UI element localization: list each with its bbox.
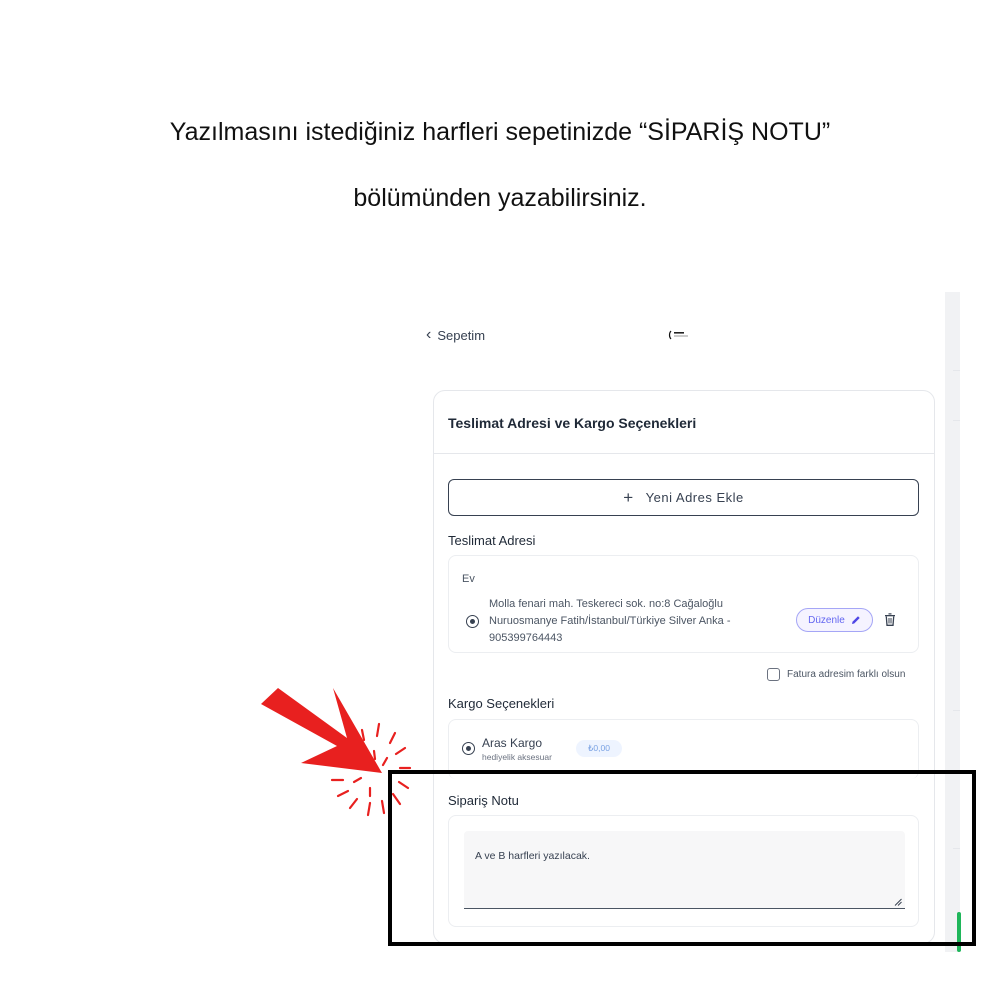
back-to-cart-link[interactable]: ‹ Sepetim [426,327,485,343]
cargo-price-badge: ₺0,00 [576,740,622,757]
instruction-line-1: Yazılmasını istediğiniz harfleri sepetin… [169,118,831,146]
cargo-subtitle: hediyelik aksesuar [482,752,552,762]
billing-checkbox-label: Fatura adresim farklı olsun [787,669,906,680]
cargo-options-label: Kargo Seçenekleri [448,696,555,711]
brand-logo-icon [668,330,688,340]
plus-icon: + [623,488,634,507]
edit-label: Düzenle [808,614,845,626]
cargo-name: Aras Kargo [482,736,543,750]
address-line: 905399764443 [489,632,563,644]
billing-different-checkbox[interactable] [767,668,780,681]
card-title: Teslimat Adresi ve Kargo Seçenekleri [448,415,697,431]
delivery-address-label: Teslimat Adresi [448,533,536,548]
edit-address-button[interactable]: Düzenle [796,608,873,632]
highlight-box [388,770,976,946]
billing-different-checkbox-row[interactable]: Fatura adresim farklı olsun [767,668,905,681]
red-arrow-icon [261,688,412,817]
address-text: Molla fenari mah. Teskereci sok. no:8 Ca… [489,596,779,647]
add-address-label: Yeni Adres Ekle [645,490,744,505]
address-name: Ev [462,573,475,585]
pencil-icon [851,616,860,624]
chevron-left-icon: ‹ [426,326,432,343]
instruction-line-2: bölümünden yazabilirsiniz. [353,184,647,212]
trash-icon[interactable] [884,613,896,626]
cargo-radio[interactable] [462,742,475,755]
card-divider [434,453,934,454]
address-radio[interactable] [466,615,479,628]
address-line: Nuruosmanye Fatih/İstanbul/Türkiye Silve… [489,615,731,627]
back-label: Sepetim [437,327,486,343]
add-address-button[interactable]: + Yeni Adres Ekle [448,479,919,516]
address-option[interactable]: Ev Molla fenari mah. Teskereci sok. no:8… [448,555,919,653]
address-line: Molla fenari mah. Teskereci sok. no:8 Ca… [489,598,723,610]
